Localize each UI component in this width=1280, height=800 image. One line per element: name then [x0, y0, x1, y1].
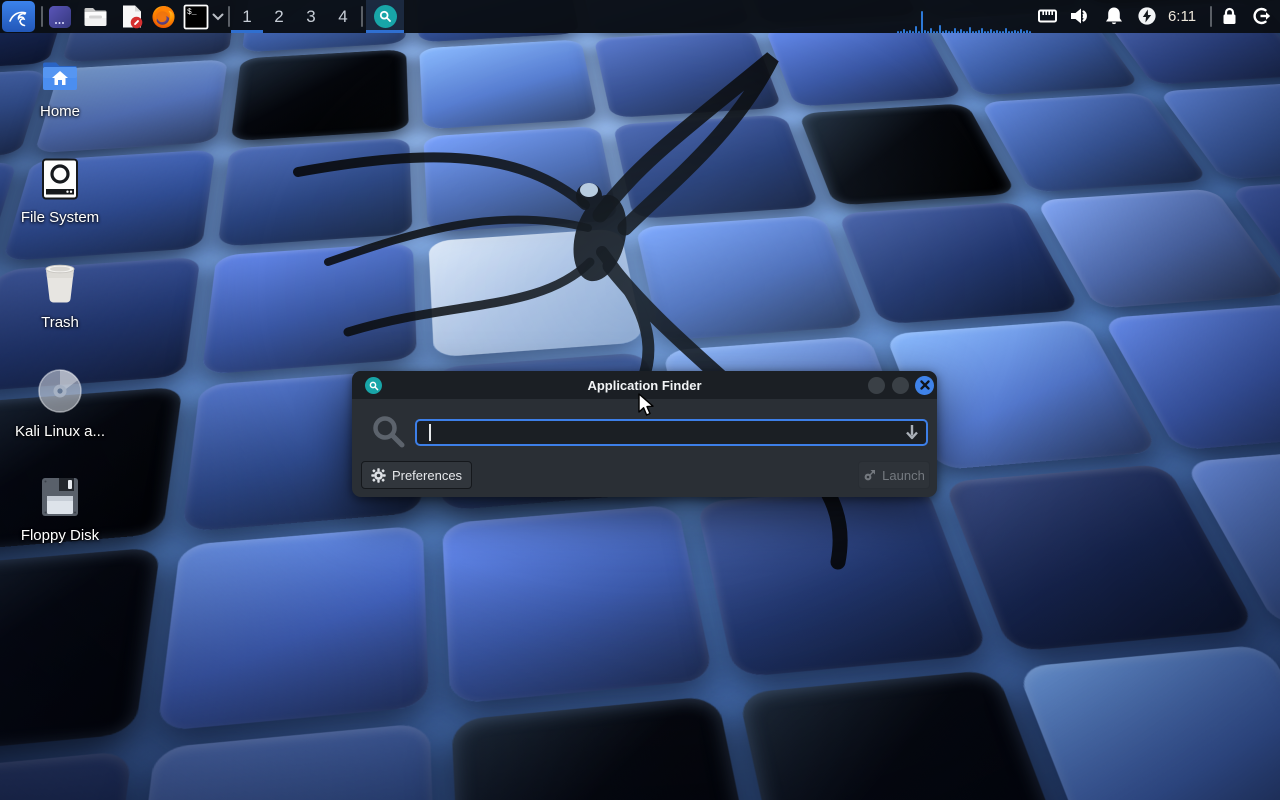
lock-screen-button[interactable] [1220, 6, 1239, 26]
notifications-tray-button[interactable] [1104, 6, 1124, 27]
launch-button[interactable]: Launch [858, 461, 930, 489]
close-icon [920, 380, 930, 390]
logout-button[interactable] [1251, 6, 1272, 26]
dialog-titlebar[interactable]: Application Finder [352, 371, 937, 399]
network-icon [1037, 6, 1058, 26]
notifications-bell-icon [1104, 6, 1124, 27]
panel-separator [228, 6, 230, 27]
desktop-icon-label: Trash [41, 314, 79, 331]
preferences-label: Preferences [392, 468, 462, 483]
text-editor-launcher[interactable] [119, 4, 144, 29]
kali-cd-icon [37, 368, 83, 414]
terminal-launcher[interactable] [47, 4, 72, 29]
power-manager-icon [1137, 6, 1157, 26]
terminal-prompt-glyph: $_ [187, 8, 197, 17]
panel-separator [41, 6, 43, 27]
minimize-button[interactable] [868, 377, 885, 394]
desktop-icon-label: Floppy Disk [21, 527, 99, 544]
firefox-launcher[interactable] [151, 4, 176, 29]
terminal-dropdown-launcher[interactable]: $_ [182, 4, 210, 29]
desktop-icon-file-system[interactable]: File System [12, 158, 108, 226]
workspace-label: 1 [242, 7, 251, 27]
chevron-down-icon [212, 13, 224, 21]
app-finder-icon [374, 5, 397, 28]
top-panel: $_ 1 2 3 4 [0, 0, 1280, 33]
workspace-label: 3 [306, 7, 315, 27]
trash-icon [39, 263, 81, 305]
launch-icon [863, 469, 876, 482]
desktop-icon-label: Kali Linux a... [15, 423, 105, 440]
desktop-icon-label: Home [40, 103, 80, 120]
network-monitor-graph [897, 7, 1035, 33]
desktop-icon-label: File System [21, 209, 99, 226]
volume-tray-button[interactable] [1069, 6, 1091, 26]
desktop-icon-kali-cd[interactable]: Kali Linux a... [12, 368, 108, 440]
home-folder-icon [39, 58, 81, 94]
firefox-icon [151, 4, 176, 30]
panel-separator [361, 6, 363, 27]
app-finder-panel-button[interactable] [366, 0, 404, 33]
applications-menu-button[interactable] [2, 1, 35, 32]
dialog-title: Application Finder [352, 378, 937, 393]
preferences-button[interactable]: Preferences [361, 461, 472, 489]
workspace-button-3[interactable]: 3 [295, 0, 327, 33]
volume-icon [1069, 6, 1091, 26]
search-icon [371, 414, 407, 450]
workspace-button-1[interactable]: 1 [231, 0, 263, 33]
floppy-disk-icon [39, 476, 81, 518]
text-caret [429, 424, 431, 441]
panel-clock[interactable]: 6:11 [1160, 0, 1204, 33]
power-manager-tray-button[interactable] [1137, 6, 1157, 26]
application-search-input[interactable] [415, 419, 928, 446]
file-system-drive-icon [40, 158, 80, 200]
file-manager-icon [83, 6, 108, 28]
close-button[interactable] [915, 376, 934, 395]
workspace-label: 4 [338, 7, 347, 27]
text-editor-icon [120, 4, 144, 29]
network-tray-button[interactable] [1037, 6, 1058, 26]
panel-separator [1210, 6, 1212, 27]
file-manager-launcher[interactable] [83, 4, 108, 29]
active-workspace-underline [231, 30, 263, 33]
workspace-label: 2 [274, 7, 283, 27]
lock-icon [1220, 6, 1239, 26]
clock-text: 6:11 [1168, 8, 1196, 25]
terminal-prompt-icon: $_ [183, 4, 209, 30]
application-finder-window: Application Finder [352, 371, 937, 497]
kali-menu-icon [7, 5, 30, 28]
terminal-dropdown-chevron[interactable] [210, 4, 226, 29]
finder-button-underline [366, 30, 404, 33]
gear-icon [371, 468, 386, 483]
workspace-button-2[interactable]: 2 [263, 0, 295, 33]
desktop-icon-floppy-disk[interactable]: Floppy Disk [12, 476, 108, 544]
launch-label: Launch [882, 468, 925, 483]
workspace-button-4[interactable]: 4 [327, 0, 359, 33]
terminal-icon [48, 5, 72, 29]
desktop-icon-trash[interactable]: Trash [12, 263, 108, 331]
maximize-button[interactable] [892, 377, 909, 394]
desktop-icon-home[interactable]: Home [12, 58, 108, 120]
logout-icon [1251, 6, 1272, 26]
